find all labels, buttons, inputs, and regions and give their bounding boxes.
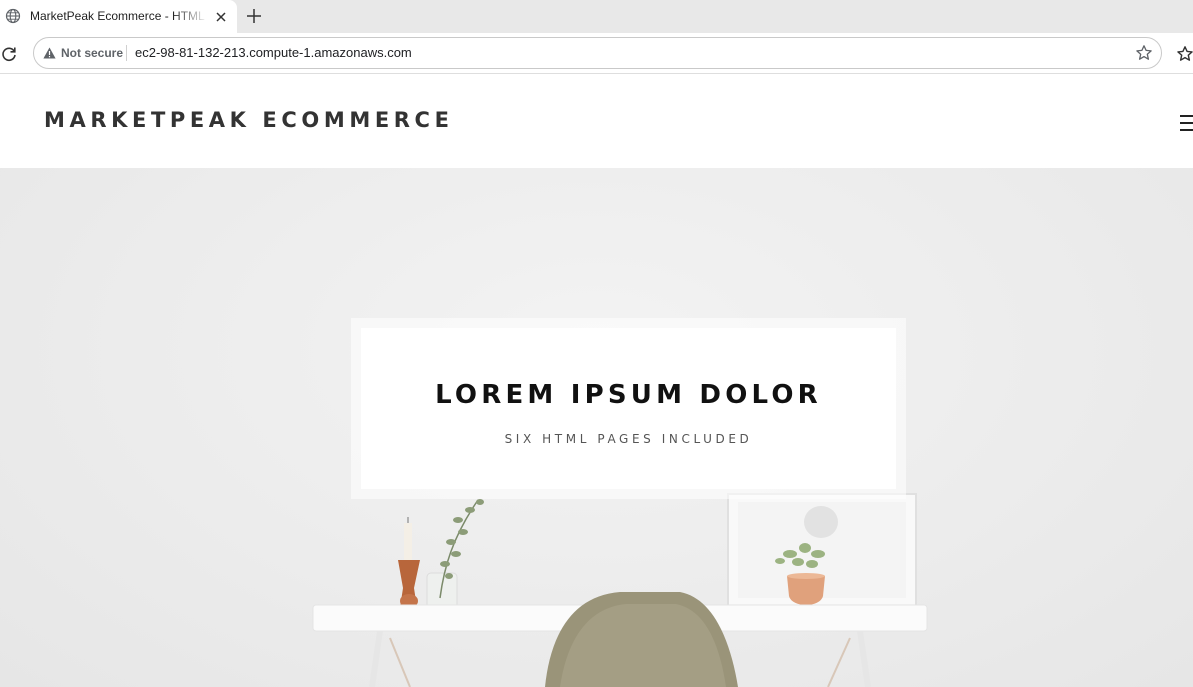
plus-icon[interactable]	[245, 7, 263, 25]
hero-section: LOREM IPSUM DOLOR SIX HTML PAGES INCLUDE…	[0, 168, 1193, 687]
address-divider	[126, 45, 127, 61]
hero-title: LOREM IPSUM DOLOR	[435, 380, 822, 410]
reload-icon[interactable]	[0, 45, 18, 63]
globe-icon	[5, 8, 21, 24]
star-icon[interactable]	[1135, 44, 1153, 62]
close-icon[interactable]	[213, 9, 229, 25]
hero-card: LOREM IPSUM DOLOR SIX HTML PAGES INCLUDE…	[351, 318, 906, 499]
tab-title: MarketPeak Ecommerce - HTML CSS Template	[30, 9, 208, 23]
hero-card-inner: LOREM IPSUM DOLOR SIX HTML PAGES INCLUDE…	[361, 328, 896, 489]
site-header: MARKETPEAK ECOMMERCE	[0, 75, 1193, 168]
warning-icon[interactable]	[43, 47, 56, 59]
extensions-icon[interactable]	[1176, 45, 1193, 63]
hero-subtitle: SIX HTML PAGES INCLUDED	[504, 432, 753, 446]
address-bar[interactable]: Not secure ec2-98-81-132-213.compute-1.a…	[33, 37, 1162, 69]
site-brand[interactable]: MARKETPEAK ECOMMERCE	[44, 108, 454, 132]
security-label[interactable]: Not secure	[61, 46, 123, 60]
browser-tabstrip: MarketPeak Ecommerce - HTML CSS Template	[0, 0, 1193, 33]
hamburger-icon[interactable]	[1180, 115, 1193, 133]
browser-tab[interactable]: MarketPeak Ecommerce - HTML CSS Template	[0, 0, 237, 33]
browser-toolbar: Not secure ec2-98-81-132-213.compute-1.a…	[0, 33, 1193, 74]
url-text[interactable]: ec2-98-81-132-213.compute-1.amazonaws.co…	[135, 45, 412, 60]
